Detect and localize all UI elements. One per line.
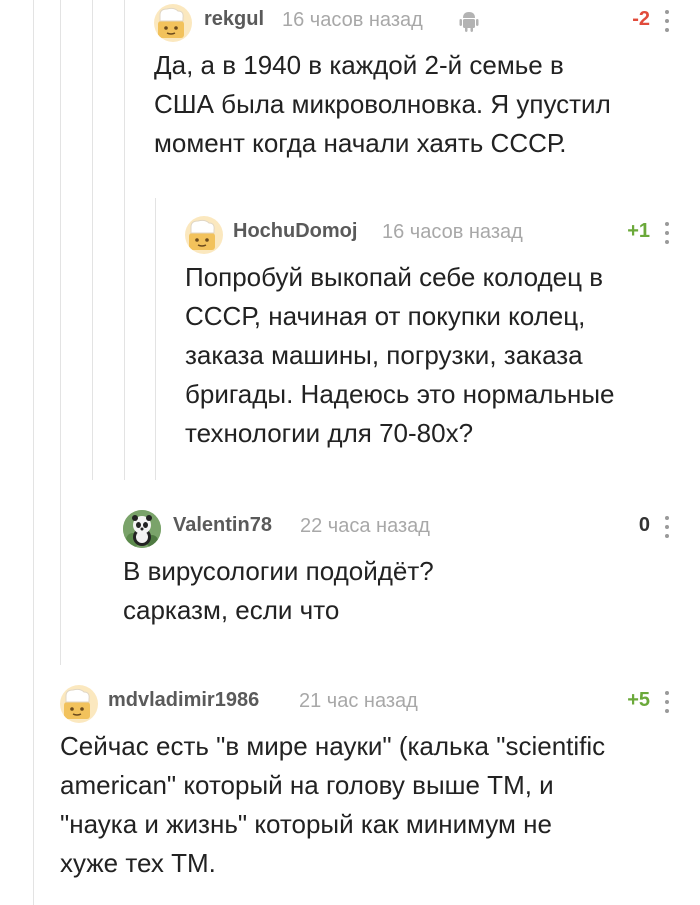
comment-time[interactable]: 16 часов назад <box>382 221 523 244</box>
comment: HochuDomoj 16 часов назад +1 Попробуй вы… <box>185 212 672 453</box>
comment-text-line: Да, а в 1940 в каждой 2-й семье в <box>154 50 564 80</box>
comment: Valentin78 22 часа назад 0 В вирусологии… <box>123 506 672 630</box>
comment-text-line: "наука и жизнь" который как минимум не <box>60 809 552 839</box>
comment-author[interactable]: HochuDomoj <box>233 220 357 243</box>
more-options-icon[interactable] <box>662 691 672 713</box>
comment-text: Сейчас есть "в мире науки" (калька "scie… <box>60 727 672 883</box>
comment-rating: -2 <box>632 8 650 30</box>
avatar[interactable] <box>123 510 161 548</box>
avatar[interactable] <box>185 216 223 254</box>
comment-time[interactable]: 21 час назад <box>299 690 418 713</box>
comment-text-line: american" который на голову выше ТМ, и <box>60 770 554 800</box>
comment-text-line: сарказм, если что <box>123 595 340 625</box>
avatar[interactable] <box>60 685 98 723</box>
comment-text-line: технологии для 70-80х? <box>185 418 474 448</box>
comment-header: mdvladimir1986 21 час назад +5 <box>60 681 672 723</box>
comment-text-line: бригады. Надеюсь это нормальные <box>185 379 615 409</box>
comment-header: rekgul 16 часов назад -2 <box>154 0 672 42</box>
comment-author[interactable]: mdvladimir1986 <box>108 689 259 712</box>
comment-author[interactable]: Valentin78 <box>173 514 272 537</box>
comment-text-line: СССР, начиная от покупки колец, <box>185 301 586 331</box>
thread-line <box>33 0 34 905</box>
thread-line <box>155 198 156 480</box>
comment-text: Да, а в 1940 в каждой 2-й семье в США бы… <box>154 46 672 163</box>
comment-header: Valentin78 22 часа назад 0 <box>123 506 672 548</box>
comment-rating: 0 <box>638 514 650 536</box>
android-icon <box>459 10 479 37</box>
comment-rating: +1 <box>627 220 650 242</box>
comment-text-line: Попробуй выкопай себе колодец в <box>185 262 604 292</box>
comment-text-line: заказа машины, погрузки, заказа <box>185 340 583 370</box>
comment-time[interactable]: 22 часа назад <box>300 515 430 538</box>
comment-author[interactable]: rekgul <box>204 8 264 31</box>
avatar[interactable] <box>154 4 192 42</box>
more-options-icon[interactable] <box>662 222 672 244</box>
comment: rekgul 16 часов назад -2 Да, а в 1940 в … <box>154 0 672 163</box>
comment-text: Попробуй выкопай себе колодец в СССР, на… <box>185 258 672 453</box>
more-options-icon[interactable] <box>662 516 672 538</box>
comment: mdvladimir1986 21 час назад +5 Сейчас ес… <box>60 681 672 883</box>
comment-time[interactable]: 16 часов назад <box>282 9 423 32</box>
comment-text-line: США была микроволновка. Я упустил <box>154 89 611 119</box>
comment-text-line: хуже тех ТМ. <box>60 848 216 878</box>
comment-header: HochuDomoj 16 часов назад +1 <box>185 212 672 254</box>
comment-text-line: момент когда начали хаять СССР. <box>154 128 567 158</box>
thread-line <box>124 0 125 480</box>
comment-rating: +5 <box>627 689 650 711</box>
comment-text: В вирусологии подойдёт? сарказм, если чт… <box>123 552 672 630</box>
comment-text-line: Сейчас есть "в мире науки" (калька "scie… <box>60 731 606 761</box>
thread-line <box>92 0 93 480</box>
thread-line <box>60 0 61 665</box>
more-options-icon[interactable] <box>662 10 672 32</box>
comment-text-line: В вирусологии подойдёт? <box>123 556 434 586</box>
